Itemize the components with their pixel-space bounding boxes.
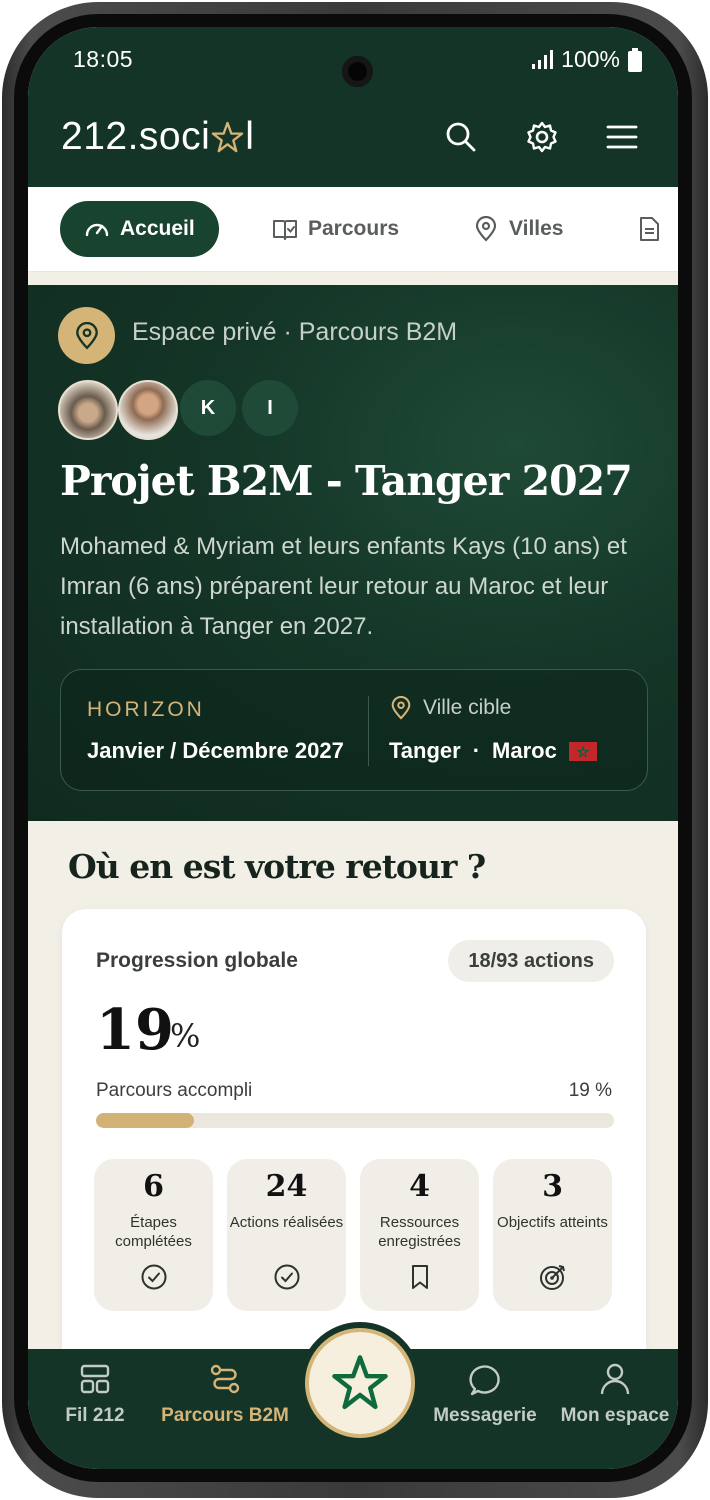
home-star-button[interactable] bbox=[305, 1328, 415, 1438]
signal-icon bbox=[532, 49, 554, 69]
top-tabs: Accueil Parcours Villes bbox=[28, 187, 678, 272]
check-circle-icon bbox=[274, 1264, 300, 1290]
progress-bar-percent: 19 % bbox=[568, 1080, 612, 1101]
pin-icon bbox=[391, 696, 411, 720]
status-bar: 18:05 100% bbox=[28, 43, 678, 87]
horizon-label: HORIZON bbox=[87, 698, 205, 721]
nav-label: Parcours B2M bbox=[161, 1405, 289, 1426]
actions-count-badge: 18/93 actions bbox=[448, 940, 614, 982]
logo-text-post: l bbox=[245, 115, 255, 158]
app-logo[interactable]: 212.soci l bbox=[61, 115, 254, 159]
stat-label: Actions réalisées bbox=[229, 1214, 344, 1231]
route-icon bbox=[210, 1364, 240, 1394]
app-screen: 18:05 100% 212.soci l Accueil Parcours V… bbox=[28, 27, 678, 1469]
stat-label: Objectifs atteints bbox=[497, 1214, 608, 1231]
target-city-label: Ville cible bbox=[389, 696, 511, 720]
status-time: 18:05 bbox=[73, 46, 134, 72]
stat-label: Étapes complétées bbox=[115, 1214, 192, 1250]
pin-icon bbox=[75, 321, 98, 350]
project-info-card: HORIZON Janvier / Décembre 2027 Ville ci… bbox=[60, 669, 648, 791]
separator-dot: · bbox=[472, 738, 481, 763]
nav-parcours-b2m[interactable]: Parcours B2M bbox=[160, 1361, 290, 1427]
stat-objectifs[interactable]: 3 Objectifs atteints bbox=[493, 1159, 612, 1311]
avatar-member[interactable] bbox=[118, 380, 178, 440]
status-right: 100% bbox=[531, 46, 642, 73]
battery-icon bbox=[628, 47, 642, 72]
nav-messagerie[interactable]: Messagerie bbox=[420, 1361, 550, 1427]
tab-label: Parcours bbox=[308, 217, 400, 240]
project-title: Projet B2M - Tanger 2027 bbox=[60, 457, 633, 505]
menu-icon[interactable] bbox=[604, 119, 640, 155]
stat-value: 3 bbox=[542, 1169, 563, 1204]
tab-label: Villes bbox=[509, 217, 564, 240]
target-city-value: Tanger · Maroc bbox=[389, 738, 597, 764]
stat-value: 4 bbox=[409, 1169, 430, 1204]
tab-accueil[interactable]: Accueil bbox=[60, 201, 219, 257]
bookmark-icon bbox=[412, 1265, 428, 1289]
logo-star-icon bbox=[212, 121, 244, 152]
stat-value: 6 bbox=[143, 1169, 164, 1204]
progress-bar-fill bbox=[96, 1113, 195, 1128]
nav-label: Fil 212 bbox=[65, 1405, 125, 1426]
morocco-flag-icon bbox=[568, 741, 597, 761]
avatar-k[interactable]: K bbox=[180, 380, 236, 436]
location-badge bbox=[58, 307, 115, 364]
check-circle-icon bbox=[141, 1264, 167, 1290]
progress-bar bbox=[96, 1113, 614, 1128]
stat-value: 24 bbox=[265, 1169, 308, 1204]
progress-card: Progression globale 18/93 actions 19 % P… bbox=[62, 909, 646, 1379]
tab-parcours[interactable]: Parcours bbox=[272, 201, 399, 257]
front-camera bbox=[342, 56, 373, 87]
nav-mon-espace[interactable]: Mon espace bbox=[550, 1361, 678, 1427]
gauge-icon bbox=[85, 223, 109, 237]
progress-bar-label: Parcours accompli bbox=[96, 1080, 253, 1101]
book-check-icon bbox=[273, 220, 297, 240]
stat-actions[interactable]: 24 Actions réalisées bbox=[227, 1159, 346, 1311]
avatar-i[interactable]: I bbox=[242, 380, 298, 436]
progress-label: Progression globale bbox=[96, 949, 298, 972]
pin-icon bbox=[475, 216, 497, 242]
tab-label: Accueil bbox=[120, 217, 195, 240]
user-icon bbox=[600, 1363, 630, 1395]
star-icon bbox=[332, 1355, 388, 1410]
country-name: Maroc bbox=[492, 738, 557, 763]
chat-icon bbox=[469, 1365, 500, 1396]
logo-text-pre: 212.soci bbox=[61, 115, 211, 158]
search-icon[interactable] bbox=[443, 119, 479, 155]
nav-label: Messagerie bbox=[433, 1405, 537, 1426]
nav-label: Mon espace bbox=[560, 1405, 670, 1426]
battery-percent: 100% bbox=[561, 46, 620, 72]
document-icon bbox=[640, 217, 659, 241]
progress-percent: 19 bbox=[96, 997, 174, 1063]
city-label-text: Ville cible bbox=[423, 696, 512, 719]
avatar-family[interactable] bbox=[58, 380, 118, 440]
stat-label: Ressources enregistrées bbox=[378, 1214, 461, 1250]
project-hero: Espace privé · Parcours B2M K I Projet B… bbox=[28, 285, 678, 821]
tab-documents[interactable] bbox=[636, 201, 672, 257]
breadcrumb: Espace privé · Parcours B2M bbox=[132, 318, 458, 346]
section-title: Où en est votre retour ? bbox=[68, 847, 486, 886]
tab-villes[interactable]: Villes bbox=[473, 201, 564, 257]
horizon-value: Janvier / Décembre 2027 bbox=[87, 738, 344, 763]
project-description: Mohamed & Myriam et leurs enfants Kays (… bbox=[60, 533, 627, 640]
grid-icon bbox=[80, 1364, 110, 1394]
target-icon bbox=[540, 1265, 565, 1290]
progress-percent-unit: % bbox=[170, 1017, 201, 1055]
city-name: Tanger bbox=[389, 738, 461, 763]
divider bbox=[368, 696, 369, 766]
stat-ressources[interactable]: 4 Ressources enregistrées bbox=[360, 1159, 479, 1311]
stat-etapes[interactable]: 6 Étapes complétées bbox=[94, 1159, 213, 1311]
gear-icon[interactable] bbox=[524, 119, 560, 155]
nav-fil-212[interactable]: Fil 212 bbox=[30, 1361, 160, 1427]
